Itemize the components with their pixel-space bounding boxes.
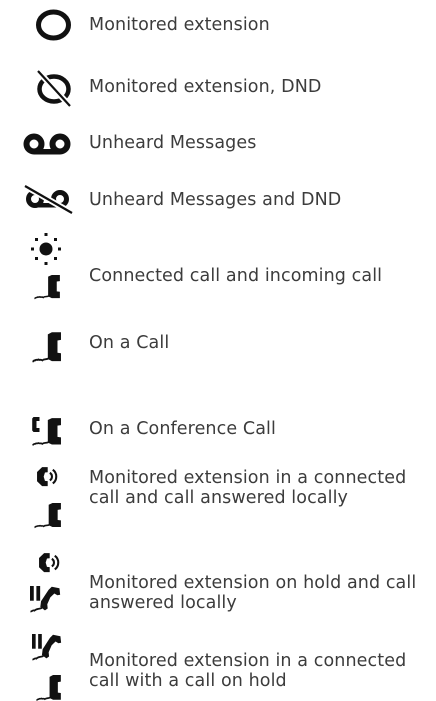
icon-legend: Monitored extension Monitored extension,… bbox=[0, 0, 436, 701]
monitored-extension-icon bbox=[36, 9, 71, 41]
legend-label: Connected call and incoming call bbox=[89, 266, 383, 286]
legend-item: Monitored extension on hold and call ans… bbox=[0, 552, 436, 622]
legend-item: On a Conference Call bbox=[0, 415, 436, 447]
legend-label: On a Call bbox=[89, 333, 170, 353]
hold-answered-locally-icon bbox=[30, 552, 62, 613]
legend-item: Monitored extension in a connected call … bbox=[0, 466, 436, 538]
legend-label: Monitored extension in a connected call … bbox=[89, 651, 407, 691]
legend-label: Monitored extension in a connected call … bbox=[89, 468, 407, 508]
monitored-extension-dnd-icon bbox=[35, 68, 73, 107]
ringing-connected-call-icon bbox=[31, 233, 61, 300]
legend-item: Monitored extension in a connected call … bbox=[0, 634, 436, 701]
legend-label: Monitored extension bbox=[89, 15, 270, 35]
voicemail-dnd-icon bbox=[23, 183, 74, 215]
legend-label: Unheard Messages and DND bbox=[89, 190, 342, 210]
legend-label: Unheard Messages bbox=[89, 133, 257, 153]
legend-label: On a Conference Call bbox=[89, 419, 276, 439]
connected-answered-locally-icon bbox=[34, 466, 62, 529]
legend-item: On a Call bbox=[0, 327, 436, 363]
legend-label: Monitored extension on hold and call ans… bbox=[89, 573, 417, 613]
legend-label: Monitored extension, DND bbox=[89, 77, 322, 97]
conference-call-icon bbox=[31, 417, 62, 447]
phone-handset-icon bbox=[32, 331, 62, 363]
legend-item: Unheard Messages and DND bbox=[0, 183, 436, 215]
legend-item: Unheard Messages bbox=[0, 133, 436, 157]
legend-item: Monitored extension, DND bbox=[0, 67, 436, 107]
legend-item: Connected call and incoming call bbox=[0, 230, 436, 302]
legend-item: Monitored extension bbox=[0, 9, 436, 41]
voicemail-icon bbox=[23, 133, 71, 155]
connected-call-on-hold-icon bbox=[32, 634, 62, 701]
